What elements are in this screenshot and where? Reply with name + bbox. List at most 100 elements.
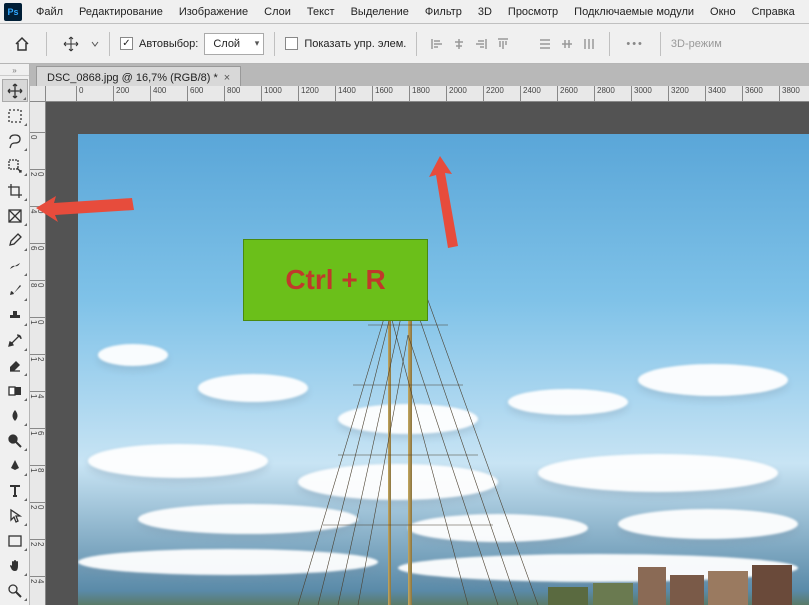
lasso-tool[interactable]: [2, 129, 28, 152]
quick-select-tool[interactable]: [2, 154, 28, 177]
distribute-vcenter-icon[interactable]: [557, 34, 577, 54]
distribute-top-icon[interactable]: [535, 34, 555, 54]
path-select-tool[interactable]: [2, 504, 28, 527]
home-button[interactable]: [8, 30, 36, 58]
ruler-tick: 800: [224, 86, 240, 102]
canvas[interactable]: Ctrl + R: [78, 134, 809, 605]
ruler-tick: 1400: [335, 86, 356, 102]
auto-select-checkbox[interactable]: ✓: [120, 37, 133, 50]
annotation-arrow-left: [36, 194, 136, 233]
eraser-tool[interactable]: [2, 354, 28, 377]
separator: [109, 32, 110, 56]
document-area: DSC_0868.jpg @ 16,7% (RGB/8) * × 0200400…: [30, 64, 809, 605]
layer-dropdown[interactable]: Слой: [204, 33, 264, 55]
menu-filter[interactable]: Фильтр: [417, 3, 470, 21]
document-tab-strip: DSC_0868.jpg @ 16,7% (RGB/8) * ×: [30, 64, 809, 86]
dodge-tool[interactable]: [2, 429, 28, 452]
show-controls-checkbox[interactable]: [285, 37, 298, 50]
ruler-tick: 3000: [631, 86, 652, 102]
vertical-ruler[interactable]: 0200400600800100012001400160018002000220…: [30, 102, 46, 605]
ruler-tick: 2000: [446, 86, 467, 102]
rectangle-tool[interactable]: [2, 529, 28, 552]
app-logo: Ps: [4, 3, 22, 21]
document-tab-title: DSC_0868.jpg @ 16,7% (RGB/8) *: [47, 72, 218, 84]
stamp-tool[interactable]: [2, 304, 28, 327]
menu-image[interactable]: Изображение: [171, 3, 256, 21]
separator: [660, 32, 661, 56]
ruler-tick: 1800: [409, 86, 430, 102]
blur-tool[interactable]: [2, 404, 28, 427]
ruler-tick: 1200: [298, 86, 319, 102]
ruler-tick: 2000: [30, 502, 46, 509]
menu-help[interactable]: Справка: [744, 3, 803, 21]
ruler-tick: 3800: [779, 86, 800, 102]
brush-tool[interactable]: [2, 279, 28, 302]
ruler-tick: 3200: [668, 86, 689, 102]
zoom-tool[interactable]: [2, 579, 28, 602]
history-brush-tool[interactable]: [2, 329, 28, 352]
menu-layers[interactable]: Слои: [256, 3, 299, 21]
separator: [46, 32, 47, 56]
menu-select[interactable]: Выделение: [343, 3, 417, 21]
align-left-icon[interactable]: [427, 34, 447, 54]
menu-3d[interactable]: 3D: [470, 3, 500, 21]
align-right-icon[interactable]: [471, 34, 491, 54]
annotation-shortcut-box: Ctrl + R: [243, 239, 428, 321]
menu-view[interactable]: Просмотр: [500, 3, 566, 21]
pen-tool[interactable]: [2, 454, 28, 477]
hand-tool[interactable]: [2, 554, 28, 577]
ruler-tick: 0: [30, 132, 46, 139]
menu-edit[interactable]: Редактирование: [71, 3, 171, 21]
menu-window[interactable]: Окно: [702, 3, 744, 21]
layer-dropdown-value: Слой: [213, 38, 240, 50]
ruler-tick: 1200: [30, 354, 46, 361]
ruler-tick: 1000: [30, 317, 46, 324]
close-tab-icon[interactable]: ×: [224, 72, 230, 84]
ruler-tick: 1600: [30, 428, 46, 435]
distribute-bottom-icon[interactable]: [579, 34, 599, 54]
menu-file[interactable]: Файл: [28, 3, 71, 21]
gradient-tool[interactable]: [2, 379, 28, 402]
document-tab[interactable]: DSC_0868.jpg @ 16,7% (RGB/8) * ×: [36, 66, 241, 86]
align-top-icon[interactable]: [493, 34, 513, 54]
ruler-tick: 1600: [372, 86, 393, 102]
ruler-tick: 600: [187, 86, 203, 102]
eyedropper-tool[interactable]: [2, 229, 28, 252]
ruler-corner: [30, 86, 46, 102]
ruler-tick: 1800: [30, 465, 46, 472]
horizontal-ruler[interactable]: 0200400600800100012001400160018002000220…: [46, 86, 809, 102]
align-group-1: [427, 34, 513, 54]
canvas-buildings: [78, 565, 809, 605]
mode-3d-label[interactable]: 3D-режим: [671, 38, 722, 50]
dropdown-caret-icon[interactable]: [91, 36, 99, 52]
tool-panel: »: [0, 64, 30, 605]
show-controls-label: Показать упр. элем.: [304, 38, 406, 50]
ruler-tick: 2800: [594, 86, 615, 102]
text-tool[interactable]: [2, 479, 28, 502]
menu-plugins[interactable]: Подключаемые модули: [566, 3, 702, 21]
main-area: » DSC_0868.jpg @ 16,7% (RGB/8) * ×: [0, 64, 809, 605]
ruler-tick: 800: [30, 280, 46, 287]
frame-tool[interactable]: [2, 204, 28, 227]
crop-tool[interactable]: [2, 179, 28, 202]
ruler-tick: 3600: [742, 86, 763, 102]
healing-brush-tool[interactable]: [2, 254, 28, 277]
marquee-tool[interactable]: [2, 104, 28, 127]
toolbar-collapse-icon[interactable]: »: [0, 66, 29, 76]
ruler-tick: 2400: [520, 86, 541, 102]
menu-text[interactable]: Текст: [299, 3, 343, 21]
ruler-tick: 2400: [30, 576, 46, 583]
ruler-tick: 1000: [261, 86, 282, 102]
auto-select-label: Автовыбор:: [139, 38, 198, 50]
move-tool[interactable]: [2, 79, 28, 102]
ruler-tick: 600: [30, 243, 46, 250]
more-options-icon[interactable]: •••: [620, 38, 650, 50]
ruler-tick: 2600: [557, 86, 578, 102]
ruler-tick: 200: [113, 86, 129, 102]
annotation-arrow-top: [428, 156, 468, 261]
align-hcenter-icon[interactable]: [449, 34, 469, 54]
separator: [274, 32, 275, 56]
ruler-tick: 1400: [30, 391, 46, 398]
move-tool-icon[interactable]: [57, 30, 85, 58]
ruler-tick: 2200: [483, 86, 504, 102]
